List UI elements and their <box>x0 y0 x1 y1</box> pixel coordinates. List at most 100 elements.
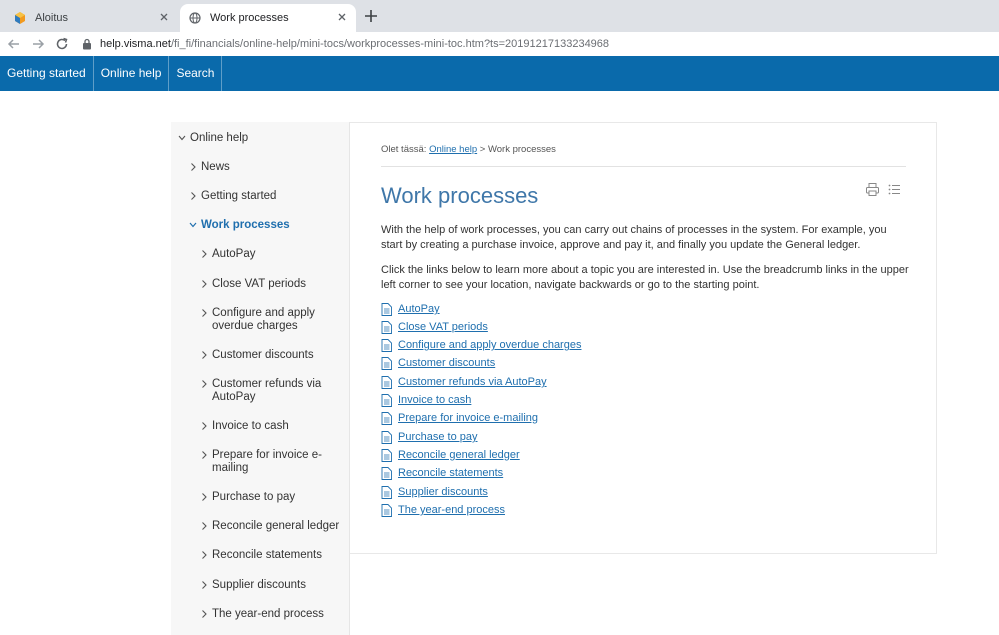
toc-child[interactable]: Configure and apply overdue charges <box>202 307 340 333</box>
nav-search[interactable]: Search <box>169 56 223 91</box>
toc-child[interactable]: Customer refunds via AutoPay <box>202 378 340 404</box>
close-icon[interactable] <box>158 11 170 23</box>
document-icon <box>381 356 392 370</box>
chevron-right-icon <box>202 380 207 388</box>
chevron-right-icon <box>202 280 207 288</box>
nav-getting-started[interactable]: Getting started <box>0 56 94 91</box>
toc-child[interactable]: Prepare for invoice e-mailing <box>202 449 322 475</box>
chevron-down-icon <box>178 135 186 141</box>
print-icon[interactable] <box>865 182 880 197</box>
toc-child[interactable]: AutoPay <box>202 248 340 261</box>
topic-link-row[interactable]: Prepare for invoice e-mailing <box>381 411 538 425</box>
tab-title: Work processes <box>210 12 289 24</box>
close-icon[interactable] <box>336 11 348 23</box>
document-icon <box>381 375 392 389</box>
topic-link-row[interactable]: The year-end process <box>381 503 505 517</box>
tab-work-processes[interactable]: Work processes <box>180 4 356 32</box>
toc-item-work-processes[interactable]: Work processes <box>189 219 290 232</box>
site-top-nav: Getting started Online help Search <box>0 56 999 91</box>
chevron-right-icon <box>202 581 207 589</box>
toc-sidebar: Online help News Getting started Work pr… <box>171 122 350 635</box>
url-host: help.visma.net <box>100 38 171 50</box>
toc-item-online-help[interactable]: Online help <box>178 132 248 145</box>
toc-child[interactable]: Reconcile general ledger <box>202 520 340 533</box>
globe-icon <box>189 12 201 24</box>
new-tab-icon[interactable] <box>364 9 378 23</box>
topic-link-row[interactable]: Reconcile statements <box>381 466 503 480</box>
topic-link-row[interactable]: Customer discounts <box>381 356 495 370</box>
toc-child[interactable]: Close VAT periods <box>202 278 340 291</box>
toc-child[interactable]: Customer discounts <box>202 349 340 362</box>
back-arrow-icon[interactable] <box>6 36 22 52</box>
lock-icon[interactable] <box>82 38 92 50</box>
content-area: Online help News Getting started Work pr… <box>0 91 999 635</box>
chevron-right-icon <box>202 493 207 501</box>
address-bar-row: help.visma.net /fi_fi/financials/online-… <box>0 32 999 56</box>
topic-link-row[interactable]: Invoice to cash <box>381 393 471 407</box>
toc-child[interactable]: Purchase to pay <box>202 491 340 504</box>
document-icon <box>381 485 392 499</box>
toc-child[interactable]: Invoice to cash <box>202 420 340 433</box>
topic-link-row[interactable]: AutoPay <box>381 302 440 316</box>
breadcrumb-divider <box>381 166 906 167</box>
toc-item-news[interactable]: News <box>191 161 230 174</box>
forward-arrow-icon[interactable] <box>30 36 46 52</box>
tab-title: Aloitus <box>35 12 69 24</box>
topic-link[interactable]: Reconcile general ledger <box>398 449 520 461</box>
topic-link-row[interactable]: Purchase to pay <box>381 430 478 444</box>
topic-link[interactable]: Reconcile statements <box>398 467 503 479</box>
topic-link[interactable]: Close VAT periods <box>398 321 488 333</box>
page-title: Work processes <box>381 183 539 208</box>
intro-paragraph: With the help of work processes, you can… <box>381 224 887 251</box>
chevron-right-icon <box>202 351 207 359</box>
chevron-right-icon <box>202 522 207 530</box>
document-icon <box>381 320 392 334</box>
document-icon <box>381 411 392 425</box>
document-icon <box>381 430 392 444</box>
topic-link[interactable]: The year-end process <box>398 504 505 516</box>
document-icon <box>381 466 392 480</box>
chevron-right-icon <box>191 163 196 171</box>
document-icon <box>381 393 392 407</box>
topic-link-row[interactable]: Customer refunds via AutoPay <box>381 375 547 389</box>
chevron-right-icon <box>191 192 196 200</box>
topic-link[interactable]: Invoice to cash <box>398 394 471 406</box>
topic-link[interactable]: Customer discounts <box>398 357 495 369</box>
tab-aloitus[interactable]: Aloitus <box>0 4 178 32</box>
breadcrumb: Olet tässä: Online help > Work processes <box>381 144 556 155</box>
toc-child[interactable]: Supplier discounts <box>202 579 340 592</box>
topic-link-row[interactable]: Close VAT periods <box>381 320 488 334</box>
list-icon[interactable] <box>887 182 902 197</box>
topic-link-row[interactable]: Configure and apply overdue charges <box>381 338 581 352</box>
topic-link[interactable]: Prepare for invoice e-mailing <box>398 412 538 424</box>
chevron-right-icon <box>202 551 207 559</box>
toc-child[interactable]: Reconcile statements <box>202 549 340 562</box>
document-icon <box>381 338 392 352</box>
chevron-right-icon <box>202 451 207 459</box>
toc-child[interactable]: The year-end process <box>202 608 340 621</box>
chevron-right-icon <box>202 422 207 430</box>
document-icon <box>381 448 392 462</box>
document-icon <box>381 302 392 316</box>
topic-link[interactable]: AutoPay <box>398 303 440 315</box>
chevron-right-icon <box>202 309 207 317</box>
main-content-panel: Olet tässä: Online help > Work processes… <box>350 122 937 554</box>
topic-link[interactable]: Customer refunds via AutoPay <box>398 376 547 388</box>
topic-link[interactable]: Supplier discounts <box>398 486 488 498</box>
instructions-paragraph: Click the links below to learn more abou… <box>381 264 909 291</box>
document-icon <box>381 503 392 517</box>
topic-link-row[interactable]: Supplier discounts <box>381 485 488 499</box>
browser-tab-strip: Aloitus Work processes <box>0 0 999 32</box>
url-path: /fi_fi/financials/online-help/mini-tocs/… <box>170 38 610 50</box>
reload-icon[interactable] <box>54 36 70 52</box>
topic-link-row[interactable]: Reconcile general ledger <box>381 448 520 462</box>
url-bar[interactable]: help.visma.net /fi_fi/financials/online-… <box>82 34 999 54</box>
visma-favicon-icon <box>15 12 25 24</box>
chevron-down-icon <box>189 222 197 228</box>
topic-link[interactable]: Purchase to pay <box>398 431 478 443</box>
topic-link[interactable]: Configure and apply overdue charges <box>398 339 581 351</box>
chevron-right-icon <box>202 250 207 258</box>
breadcrumb-link-online-help[interactable]: Online help <box>429 144 477 155</box>
toc-item-getting-started[interactable]: Getting started <box>191 190 276 203</box>
nav-online-help[interactable]: Online help <box>94 56 170 91</box>
